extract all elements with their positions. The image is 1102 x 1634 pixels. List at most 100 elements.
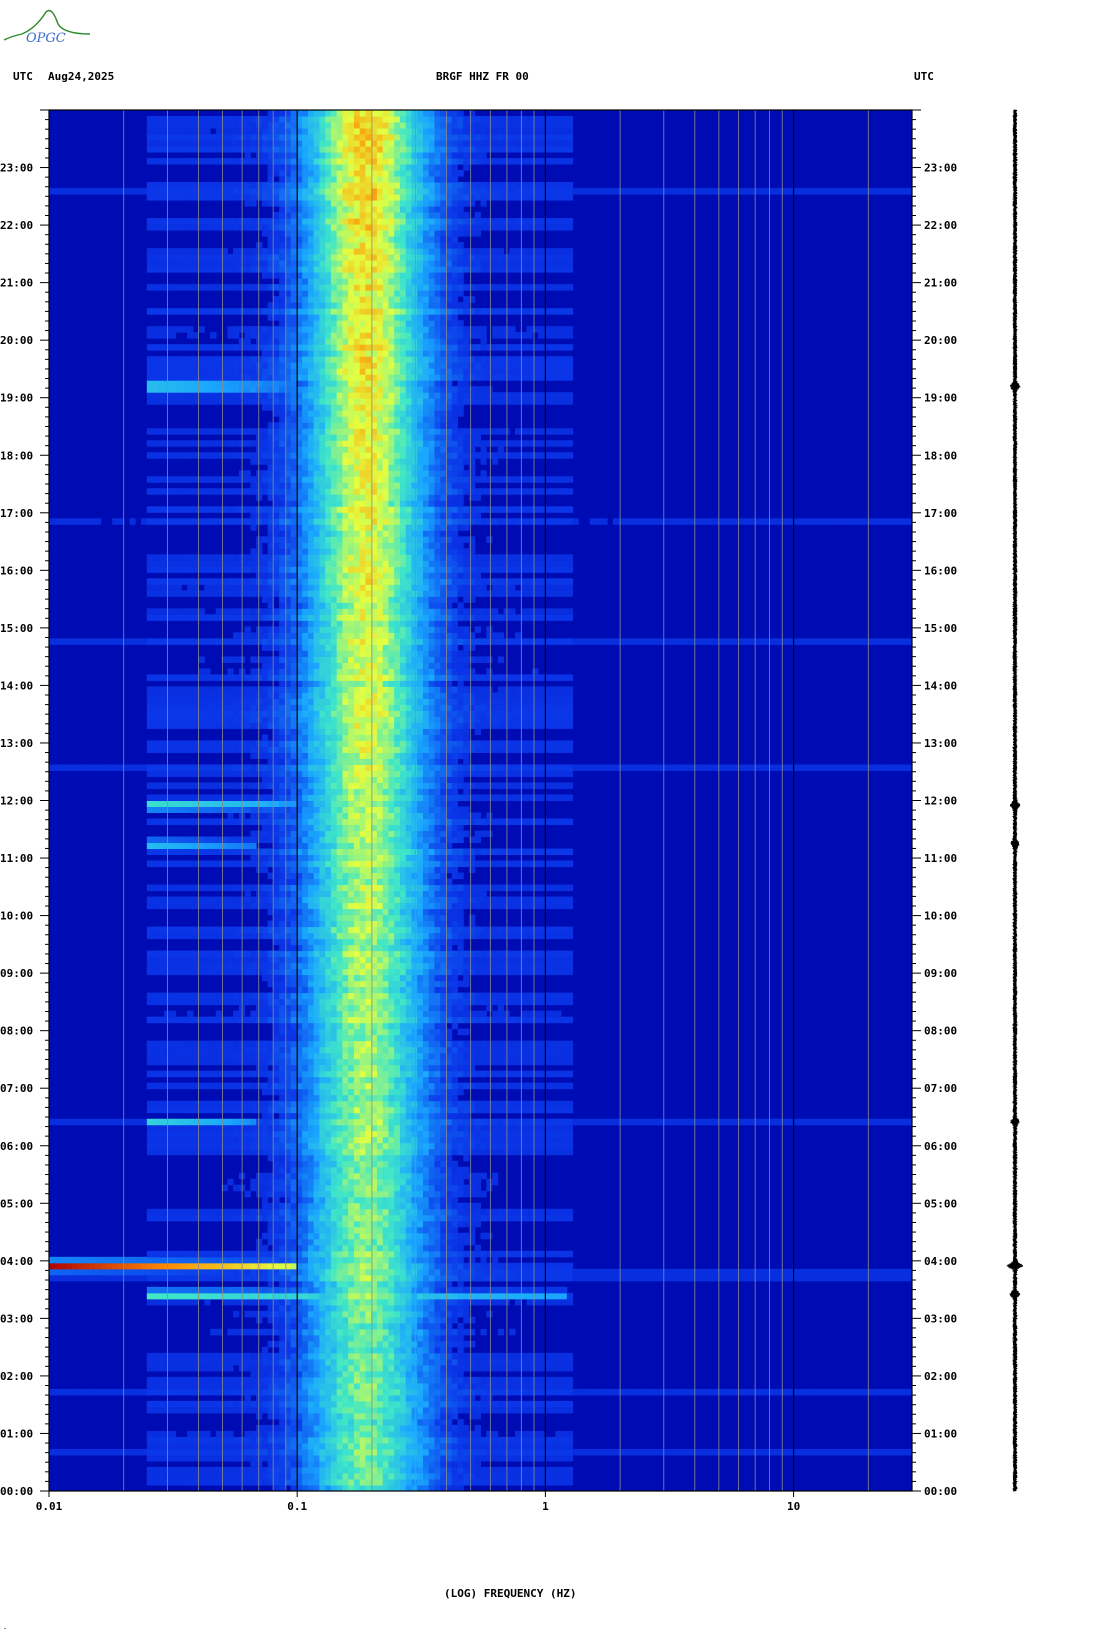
heatmap-cell [468,1250,476,1258]
heatmap-cell [302,1172,309,1180]
heatmap-cell [865,1118,873,1126]
heatmap-cell [273,1256,280,1264]
heatmap-cell [319,1370,326,1378]
heatmap-cell [250,1298,257,1306]
heatmap-cell [480,1070,487,1078]
heatmap-cell [290,1016,297,1024]
heatmap-cell [353,1256,361,1264]
heatmap-cell [457,1334,464,1342]
heatmap-cell [307,1268,315,1276]
heatmap-cell [422,1046,430,1054]
heatmap-cell [325,1448,332,1456]
heatmap-cell [227,1454,234,1462]
heatmap-cell [474,1100,481,1108]
heatmap-cell [325,1154,332,1162]
heatmap-cell [382,1358,389,1366]
heatmap-cell [169,1124,177,1132]
heatmap-cell [336,1112,343,1120]
heatmap-cell [399,1424,407,1432]
heatmap-cell [307,1100,315,1108]
heatmap-cell [319,1184,326,1192]
heatmap-cell [353,998,361,1006]
heatmap-cell [273,1454,280,1462]
heatmap-cell [543,1100,551,1108]
heatmap-cell [566,1406,574,1414]
heatmap-cell [342,998,349,1006]
heatmap-cell [279,1310,286,1318]
heatmap-cell [307,992,315,1000]
heatmap-cell [837,1118,844,1126]
heatmap-cell [561,1442,568,1450]
heatmap-cell [215,1070,223,1078]
heatmap-cell [353,1358,361,1366]
heatmap-cell [555,1052,562,1060]
heatmap-cell [440,1430,447,1438]
heatmap-cell [365,1346,372,1354]
heatmap-cell [532,1406,539,1414]
heatmap-cell [399,1352,407,1360]
heatmap-cell [382,1460,389,1468]
heatmap-cell [169,1382,177,1390]
heatmap-cell [399,1412,407,1420]
heatmap-cell [307,1214,315,1222]
heatmap-cell [54,1388,61,1396]
heatmap-cell [779,1118,786,1126]
heatmap-cell [710,1274,717,1282]
heatmap-cell [353,1172,361,1180]
heatmap-cell [169,1472,177,1480]
heatmap-cell [382,1106,389,1114]
heatmap-cell [290,1058,297,1066]
heatmap-cell [422,1106,430,1114]
heatmap-cell [440,1478,447,1486]
heatmap-cell [543,1082,551,1090]
heatmap-cell [353,1406,361,1414]
heatmap-cell [422,1322,430,1330]
heatmap-cell [486,1016,493,1024]
heatmap-cell [158,1274,165,1282]
heatmap-cell [405,1040,412,1048]
heatmap-cell [348,1064,355,1072]
heatmap-cell [463,1046,470,1054]
heatmap-cell [434,1244,441,1252]
heatmap-cell [342,1316,349,1324]
heatmap-cell [480,1328,487,1336]
heatmap-cell [215,1148,223,1156]
heatmap-cell [227,1130,234,1138]
heatmap-cell [388,1376,395,1384]
heatmap-cell [388,1238,395,1246]
heatmap-cell [710,1388,717,1396]
heatmap-cell [422,1004,430,1012]
heatmap-cell [359,1172,366,1180]
heatmap-cell [497,1010,505,1018]
heatmap-cell [382,1082,389,1090]
heatmap-cell [388,1178,395,1186]
heatmap-cell [394,1082,401,1090]
heatmap-cell [313,1472,320,1480]
heatmap-cell [417,1310,424,1318]
heatmap-cell [330,1364,338,1372]
heatmap-cell [353,1400,361,1408]
heatmap-cell [561,1130,568,1138]
heatmap-cell [233,1208,240,1216]
heatmap-cell [457,1244,464,1252]
heatmap-cell [405,998,412,1006]
heatmap-cell [256,1394,263,1402]
heatmap-cell [376,1274,384,1282]
heatmap-cell [313,1340,320,1348]
heatmap-cell [382,1352,389,1360]
heatmap-cell [376,1118,384,1126]
heatmap-cell [146,1298,154,1306]
heatmap-cell [480,1256,487,1264]
heatmap-cell [307,998,315,1006]
heatmap-cell [894,1268,901,1276]
heatmap-cell [169,1142,177,1150]
heatmap-cell [158,1466,165,1474]
heatmap-cell [319,1046,326,1054]
heatmap-cell [463,1292,470,1300]
heatmap-cell [451,1232,458,1240]
heatmap-cell [468,1412,476,1420]
heatmap-cell [353,1142,361,1150]
heatmap-cell [515,1292,522,1300]
heatmap-cell [480,1130,487,1138]
heatmap-cell [411,1238,418,1246]
